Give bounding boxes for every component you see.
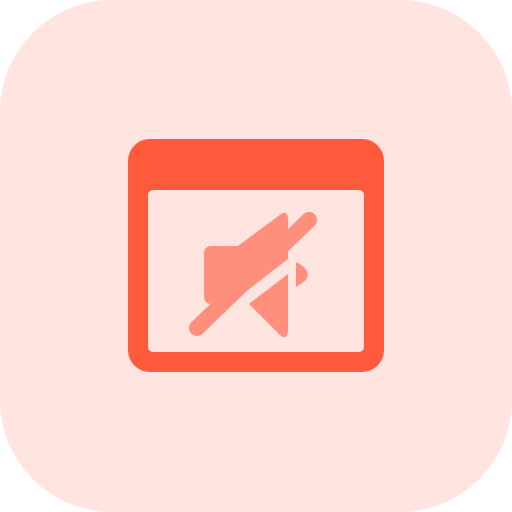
icon-tile — [0, 0, 512, 512]
browser-muted-icon — [0, 0, 512, 512]
